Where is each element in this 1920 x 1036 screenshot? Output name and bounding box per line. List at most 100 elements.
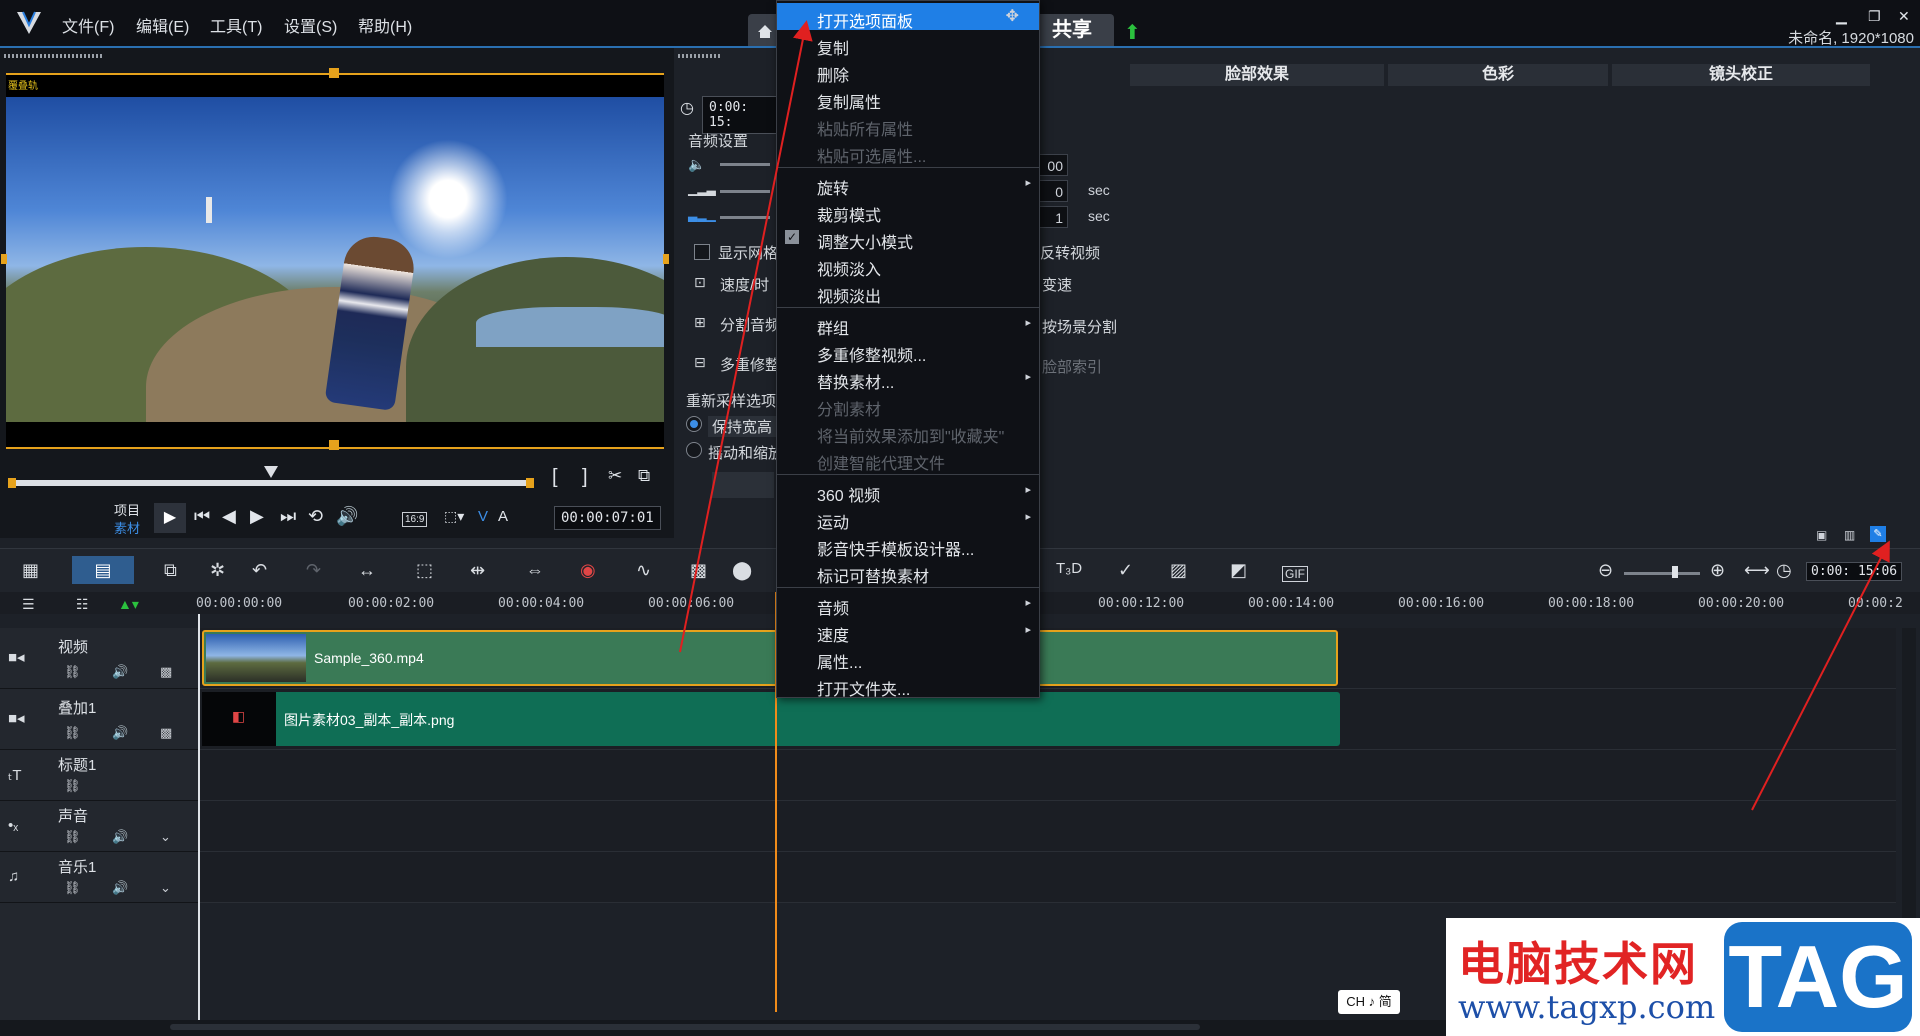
mark-out-button[interactable]: ] (582, 466, 588, 489)
context-menu-item[interactable]: 标记可替换素材 (777, 558, 1039, 586)
track-header-title[interactable]: ₜT 标题1 ⛓ (0, 750, 198, 801)
volume-slider[interactable] (720, 163, 770, 166)
frame-icon[interactable]: ⬚ (416, 560, 433, 581)
pan-zoom-dropdown[interactable] (712, 472, 774, 498)
scissors-icon[interactable]: ✂ (608, 466, 622, 486)
upload-icon[interactable]: ⬆ (1124, 20, 1141, 45)
tab-lens-correction[interactable]: 镜头校正 (1612, 64, 1870, 86)
mode-clip[interactable]: 素材 (114, 518, 140, 537)
mute-icon[interactable]: 🔊 (112, 725, 128, 741)
menu-edit[interactable]: 编辑(E) (136, 13, 189, 37)
fit-project-icon[interactable]: ⟷ (1744, 560, 1770, 581)
motion-icon[interactable]: ▨ (1170, 560, 1187, 581)
track-manager-icon[interactable]: ☰ (22, 596, 35, 613)
record-icon[interactable]: ◉ (580, 560, 596, 581)
link-icon[interactable]: ⛓ (64, 664, 81, 680)
timeline-view-icon[interactable]: ▤ (72, 556, 134, 584)
face-index-label[interactable]: 脸部索引 (1042, 356, 1102, 377)
mask-icon[interactable]: ⬤ (732, 560, 752, 581)
zoom-slider-knob[interactable] (1672, 566, 1678, 578)
zoom-out-icon[interactable]: ⊖ (1598, 560, 1613, 581)
link-icon[interactable]: ⛓ (64, 829, 81, 845)
track-header-voice[interactable]: •ₓ 声音 ⛓ 🔊 ⌄ (0, 801, 198, 852)
scrubber-knob[interactable] (264, 466, 278, 478)
link-icon[interactable]: ⛓ (64, 725, 81, 741)
context-menu-item[interactable]: 打开选项面板 ✥ (777, 3, 1039, 31)
audio-video-v-icon[interactable]: V (478, 508, 488, 525)
options-panel-toggle-icon[interactable]: ✎ (1870, 526, 1886, 542)
aspect-ratio-button[interactable]: 16:9 (402, 512, 428, 527)
context-menu-item[interactable]: 群组 ▸ (777, 310, 1039, 338)
paint-icon[interactable]: ✓ (1118, 560, 1133, 581)
split-audio-button[interactable]: 分割音频 (720, 314, 780, 335)
menu-file[interactable]: 文件(F) (62, 13, 114, 37)
context-menu-item[interactable]: 多重修整视频... (777, 337, 1039, 365)
overlay-clip[interactable]: ◧ 图片素材03_副本_副本.png (202, 692, 1340, 746)
restore-icon[interactable]: ❐ (1868, 8, 1881, 25)
redo-icon[interactable]: ↷ (306, 560, 321, 581)
3d-title-icon[interactable]: T₃D (1056, 560, 1082, 577)
context-menu-item[interactable]: 视频淡出 (777, 278, 1039, 306)
expand-chevron-icon[interactable]: ⌄ (160, 880, 171, 896)
chapter-icon[interactable]: ☷ (76, 596, 89, 613)
video-clip[interactable]: Sample_360.mp4 (202, 630, 1338, 686)
pan-zoom-radio[interactable] (686, 442, 702, 458)
mode-project[interactable]: 项目 (114, 500, 140, 519)
undo-icon[interactable]: ↶ (252, 560, 267, 581)
ripple-icon[interactable]: ▩ (160, 725, 172, 741)
copy-icon[interactable]: ⧉ (164, 560, 177, 581)
fade-out-slider[interactable] (720, 216, 770, 219)
context-menu-item[interactable]: 运动 ▸ (777, 504, 1039, 532)
link-icon[interactable]: ⛓ (64, 880, 81, 896)
reverse-video-label[interactable]: 反转视频 (1040, 242, 1100, 263)
scrubber-track[interactable] (8, 480, 534, 486)
menu-tools[interactable]: 工具(T) (210, 13, 262, 37)
lane-voice[interactable] (200, 801, 1896, 852)
expand-icon[interactable]: ⇔ (526, 560, 544, 581)
menu-settings[interactable]: 设置(S) (284, 13, 337, 37)
preview-window[interactable]: 覆叠轨 (6, 73, 664, 449)
clip-duration[interactable]: 0:00: 15: (702, 96, 782, 134)
expand-chevron-icon[interactable]: ⌄ (160, 829, 171, 845)
context-menu-item[interactable]: 旋转 ▸ (777, 170, 1039, 198)
speed-icon[interactable]: ⊡ (694, 274, 706, 291)
fade-in-slider[interactable] (720, 190, 770, 193)
menu-help[interactable]: 帮助(H) (358, 13, 412, 37)
context-menu-item[interactable]: 音频 ▸ (777, 590, 1039, 618)
track-header-music[interactable]: ♫ 音乐1 ⛓ 🔊 ⌄ (0, 852, 198, 903)
context-menu-item[interactable]: 视频淡入 (777, 251, 1039, 279)
context-menu-item[interactable]: 删除 (777, 57, 1039, 85)
dual-view-icon[interactable]: ▥ (1844, 528, 1855, 542)
show-grid-checkbox[interactable] (694, 244, 710, 260)
mute-icon[interactable]: 🔊 (112, 880, 128, 896)
gif-icon[interactable]: GIF (1282, 566, 1308, 582)
resize-handle-top[interactable] (329, 68, 339, 78)
track-header-video[interactable]: ■◂ 视频 ⛓ 🔊 ▩ (0, 628, 198, 689)
enlarge-icon[interactable]: ⧉ (638, 466, 650, 486)
crop-tool-icon[interactable]: ⬚▾ (444, 508, 464, 525)
speed-time-button[interactable]: 速度/时 (720, 274, 769, 295)
minimize-icon[interactable]: ▁ (1836, 8, 1847, 25)
ime-indicator[interactable]: CH ♪ 简 (1338, 990, 1400, 1014)
storyboard-view-icon[interactable]: ▣ (1816, 528, 1827, 542)
storyboard-icon[interactable]: ▦ (22, 560, 39, 581)
project-duration[interactable]: 0:00: 15:06 (1806, 562, 1903, 581)
resize-handle-bottom[interactable] (329, 440, 339, 450)
volume-icon[interactable]: 🔊 (336, 506, 358, 527)
player-timecode[interactable]: 00:00:07:01 (554, 506, 661, 530)
tab-share[interactable]: 共享 (1030, 14, 1114, 46)
context-menu-item[interactable]: 裁剪模式 (777, 197, 1039, 225)
context-menu-item[interactable]: 影音快手模板设计器... (777, 531, 1039, 559)
multi-trim-icon[interactable]: ⊟ (694, 354, 706, 371)
ripple-icon[interactable]: ▩ (160, 664, 172, 680)
close-icon[interactable]: ✕ (1898, 8, 1910, 25)
lane-music[interactable] (200, 852, 1896, 903)
prev-frame-icon[interactable]: ◀ (222, 506, 236, 527)
context-menu-item[interactable]: 速度 ▸ (777, 617, 1039, 645)
panel-grip[interactable] (678, 54, 720, 58)
track-header-overlay[interactable]: ■◂ 叠加1 ⛓ 🔊 ▩ (0, 689, 198, 750)
trim-start-handle[interactable] (8, 478, 16, 488)
lane-title[interactable] (200, 750, 1896, 801)
audio-video-a-icon[interactable]: A (498, 508, 508, 525)
resize-handle-right[interactable] (663, 254, 669, 264)
